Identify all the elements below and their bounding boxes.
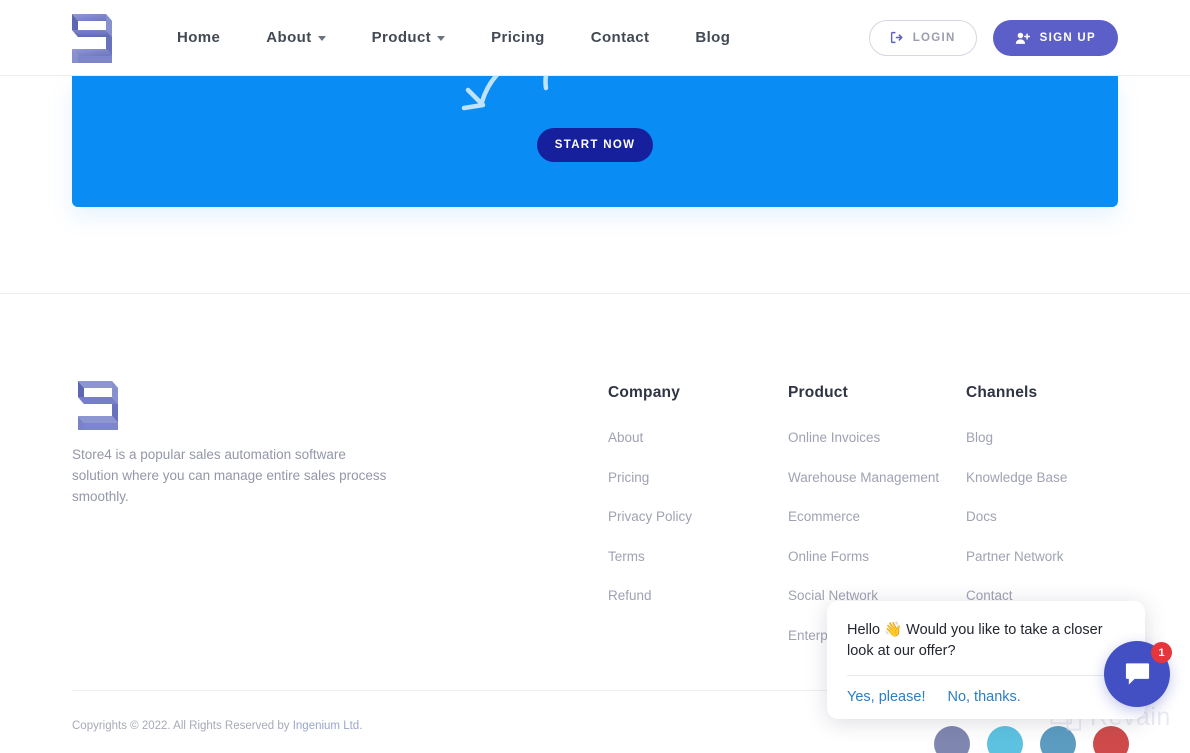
chat-actions: Yes, please! No, thanks. [847, 676, 1125, 705]
footer-link-pricing[interactable]: Pricing [608, 468, 758, 488]
footer-link-privacy-policy[interactable]: Privacy Policy [608, 507, 758, 527]
footer-link-terms[interactable]: Terms [608, 547, 758, 567]
nav-item-product[interactable]: Product [349, 29, 468, 46]
footer-column-title: Product [788, 384, 848, 401]
footer-link-partner-network[interactable]: Partner Network [966, 547, 1136, 567]
nav-item-contact[interactable]: Contact [568, 29, 673, 46]
nav-label-home: Home [177, 29, 221, 46]
footer-logo-icon[interactable] [72, 374, 124, 436]
start-now-button[interactable]: START NOW [537, 128, 653, 162]
nav-label-contact: Contact [590, 29, 650, 46]
footer-link-ecommerce[interactable]: Ecommerce [788, 507, 948, 527]
copyright-prefix: Copyrights © 2022. All Rights Reserved b… [72, 720, 293, 732]
nav-label-pricing: Pricing [491, 29, 545, 46]
footer-link-warehouse-management[interactable]: Warehouse Management [788, 468, 948, 488]
footer-column-title: Company [608, 384, 681, 401]
footer-link-online-invoices[interactable]: Online Invoices [788, 428, 948, 448]
main-navigation: Home About Product Pricing Contact Blog [154, 29, 753, 46]
nav-label-blog: Blog [695, 29, 731, 46]
signup-label: SIGN UP [1039, 31, 1096, 44]
footer-link-online-forms[interactable]: Online Forms [788, 547, 948, 567]
chat-bubble-icon [1125, 663, 1149, 685]
chevron-down-icon [317, 36, 326, 41]
nav-item-blog[interactable]: Blog [672, 29, 753, 46]
footer-column-company: Company About Pricing Privacy Policy Ter… [608, 384, 758, 626]
copyright-company-link[interactable]: Ingenium Ltd. [293, 720, 363, 732]
footer-link-refund[interactable]: Refund [608, 586, 758, 606]
login-label: LOGIN [912, 31, 956, 44]
chat-popup: Hello 👋 Would you like to take a closer … [827, 601, 1145, 720]
footer-link-knowledge-base[interactable]: Knowledge Base [966, 468, 1136, 488]
user-plus-icon [1015, 32, 1030, 44]
site-logo[interactable] [64, 5, 120, 71]
footer-link-docs[interactable]: Docs [966, 507, 1136, 527]
chat-launcher-button[interactable]: 1 [1104, 641, 1172, 707]
nav-item-pricing[interactable]: Pricing [468, 29, 568, 46]
social-icon-facebook[interactable] [934, 726, 970, 753]
signup-button[interactable]: SIGN UP [992, 19, 1118, 56]
cta-banner: START NOW [72, 76, 1118, 207]
copyright-text: Copyrights © 2022. All Rights Reserved b… [72, 720, 362, 732]
social-icon-linkedin[interactable] [1040, 726, 1076, 753]
nav-label-about: About [266, 29, 312, 46]
chat-yes-button[interactable]: Yes, please! [847, 689, 925, 705]
social-icon-twitter[interactable] [987, 726, 1023, 753]
social-links [934, 726, 1129, 753]
chat-message: Hello 👋 Would you like to take a closer … [847, 620, 1125, 677]
footer-link-blog[interactable]: Blog [966, 428, 1136, 448]
store4-logo-icon [72, 13, 112, 63]
footer-column-channels: Channels Blog Knowledge Base Docs Partne… [966, 384, 1136, 626]
nav-label-product: Product [371, 29, 432, 46]
header-actions: LOGIN SIGN UP [868, 19, 1118, 56]
nav-item-about[interactable]: About [243, 29, 348, 46]
footer-column-title: Channels [966, 384, 1038, 401]
site-header: Home About Product Pricing Contact Blog … [0, 0, 1190, 76]
footer-link-about[interactable]: About [608, 428, 758, 448]
chat-no-button[interactable]: No, thanks. [947, 689, 1020, 705]
login-button[interactable]: LOGIN [868, 19, 977, 56]
chevron-down-icon [437, 36, 446, 41]
nav-item-home[interactable]: Home [154, 29, 243, 46]
sign-in-icon [890, 31, 903, 44]
footer-description: Store4 is a popular sales automation sof… [72, 447, 387, 504]
chat-unread-badge: 1 [1151, 642, 1172, 663]
start-now-label: START NOW [554, 139, 636, 151]
social-icon-youtube[interactable] [1093, 726, 1129, 753]
